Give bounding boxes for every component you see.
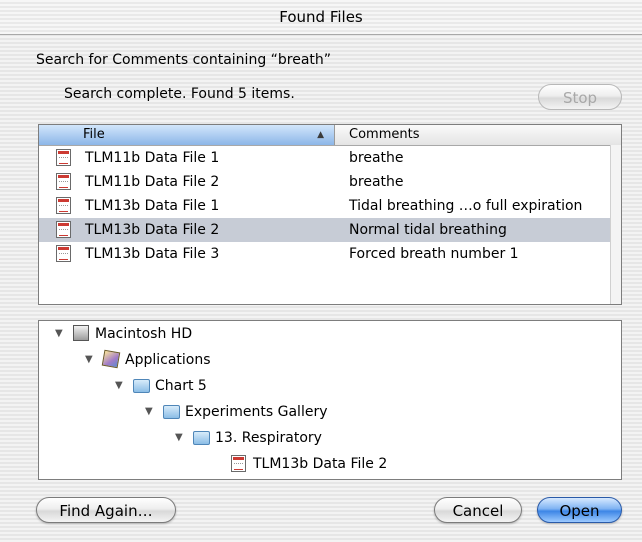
file-name: TLM13b Data File 3 xyxy=(85,246,220,262)
tree-item-label: Applications xyxy=(125,352,211,368)
hard-drive-icon xyxy=(73,325,89,341)
file-comment: Forced breath number 1 xyxy=(349,246,519,262)
folder-icon xyxy=(163,405,180,419)
tree-item-label: Experiments Gallery xyxy=(185,404,328,420)
window-title-bar[interactable]: Found Files xyxy=(0,0,642,35)
results-list[interactable]: File ▲ Comments TLM11b Data File 1 breat… xyxy=(38,124,622,305)
document-icon xyxy=(56,149,71,166)
file-name: TLM13b Data File 1 xyxy=(85,198,220,214)
document-icon xyxy=(56,173,71,190)
find-again-button[interactable]: Find Again… xyxy=(36,497,176,523)
cancel-button[interactable]: Cancel xyxy=(434,497,522,523)
table-row-selected[interactable]: TLM13b Data File 2 Normal tidal breathin… xyxy=(39,218,613,242)
file-comment: breathe xyxy=(349,150,404,166)
sort-ascending-icon: ▲ xyxy=(317,130,324,140)
document-icon xyxy=(56,245,71,262)
table-row[interactable]: TLM11b Data File 2 breathe xyxy=(39,170,613,194)
results-scrollbar[interactable] xyxy=(610,145,621,304)
disclosure-triangle-icon[interactable]: ▼ xyxy=(175,425,183,451)
column-header-file-label: File xyxy=(83,127,105,142)
file-comment: Normal tidal breathing xyxy=(349,222,507,238)
tree-item-label: Macintosh HD xyxy=(95,326,193,342)
column-header-comments[interactable]: Comments xyxy=(349,125,419,145)
stop-button[interactable]: Stop xyxy=(538,84,622,110)
disclosure-triangle-icon[interactable]: ▼ xyxy=(115,373,123,399)
document-icon xyxy=(56,197,71,214)
file-name: TLM11b Data File 1 xyxy=(85,150,220,166)
applications-folder-icon xyxy=(101,349,121,369)
folder-icon xyxy=(193,431,210,445)
folder-icon xyxy=(133,379,150,393)
tree-item-label: Chart 5 xyxy=(155,378,207,394)
table-row[interactable]: TLM13b Data File 1 Tidal breathing …o fu… xyxy=(39,194,613,218)
search-status: Search complete. Found 5 items. xyxy=(64,86,295,102)
file-comment: Tidal breathing …o full expiration xyxy=(349,198,583,214)
disclosure-triangle-icon[interactable]: ▼ xyxy=(145,399,153,425)
search-description: Search for Comments containing “breath” xyxy=(36,52,332,68)
disclosure-triangle-icon[interactable]: ▼ xyxy=(85,347,93,373)
table-row[interactable]: TLM13b Data File 3 Forced breath number … xyxy=(39,242,613,266)
file-comment: breathe xyxy=(349,174,404,190)
document-icon xyxy=(231,455,246,472)
open-button[interactable]: Open xyxy=(537,497,622,523)
window-title: Found Files xyxy=(279,8,363,26)
column-header-file[interactable]: File ▲ xyxy=(39,125,335,145)
document-icon xyxy=(56,221,71,238)
file-name: TLM13b Data File 2 xyxy=(85,222,220,238)
file-name: TLM11b Data File 2 xyxy=(85,174,220,190)
table-row[interactable]: TLM11b Data File 1 breathe xyxy=(39,146,613,170)
results-header: File ▲ Comments xyxy=(39,125,621,146)
path-tree[interactable]: ▼ Macintosh HD ▼ Applications ▼ Chart 5 … xyxy=(38,320,622,480)
tree-item-label: TLM13b Data File 2 xyxy=(253,456,388,472)
disclosure-triangle-icon[interactable]: ▼ xyxy=(55,321,63,347)
tree-item-label: 13. Respiratory xyxy=(215,430,322,446)
